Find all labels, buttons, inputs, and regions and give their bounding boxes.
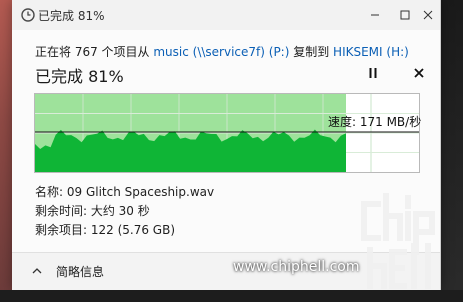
- source-link[interactable]: music (\\service7f) (P:): [153, 45, 289, 59]
- transfer-speed-graph: [34, 93, 420, 173]
- desktop: 已完成 81% 正在将 767 个项目从 music (\\service7f)…: [0, 0, 463, 302]
- progress-clock-icon: [21, 8, 35, 22]
- time-remaining-info: 剩余时间: 大约 30 秒: [35, 204, 150, 218]
- taskbar: [0, 290, 463, 302]
- title-bar: 已完成 81%: [12, 0, 440, 30]
- destination-link[interactable]: HIKSEMI (H:): [333, 45, 409, 59]
- chevron-up-icon: [32, 265, 46, 278]
- copy-prefix-text: 正在将 767 个项目从: [35, 45, 154, 59]
- pause-button[interactable]: [365, 64, 381, 82]
- background-window-edge: [440, 0, 463, 302]
- site-watermark: www.chiphell.com: [233, 259, 360, 275]
- speed-graph-svg: [35, 94, 419, 172]
- desktop-wallpaper-edge: [0, 0, 12, 302]
- file-name-info: 名称: 09 Glitch Spaceship.wav: [35, 185, 215, 199]
- copy-description: 正在将 767 个项目从 music (\\service7f) (P:) 复制…: [35, 43, 409, 60]
- cancel-copy-button[interactable]: [410, 64, 428, 82]
- speed-label: 速度: 171 MB/秒: [328, 115, 422, 129]
- items-remaining-info: 剩余项目: 122 (5.76 GB): [35, 223, 176, 237]
- progress-heading: 已完成 81%: [35, 67, 124, 86]
- copy-middle-text: 复制到: [289, 45, 334, 59]
- chiphell-logo: [361, 193, 435, 289]
- close-icon: [414, 68, 424, 78]
- summary-toggle-button[interactable]: 简略信息: [32, 263, 104, 280]
- window-title: 已完成 81%: [38, 9, 105, 23]
- close-icon: [423, 10, 432, 20]
- minimize-icon: [371, 14, 379, 16]
- minimize-button[interactable]: [360, 3, 390, 27]
- pause-icon: [369, 68, 377, 78]
- summary-toggle-label: 简略信息: [56, 265, 105, 279]
- close-window-button[interactable]: [415, 3, 440, 27]
- maximize-icon: [400, 10, 410, 20]
